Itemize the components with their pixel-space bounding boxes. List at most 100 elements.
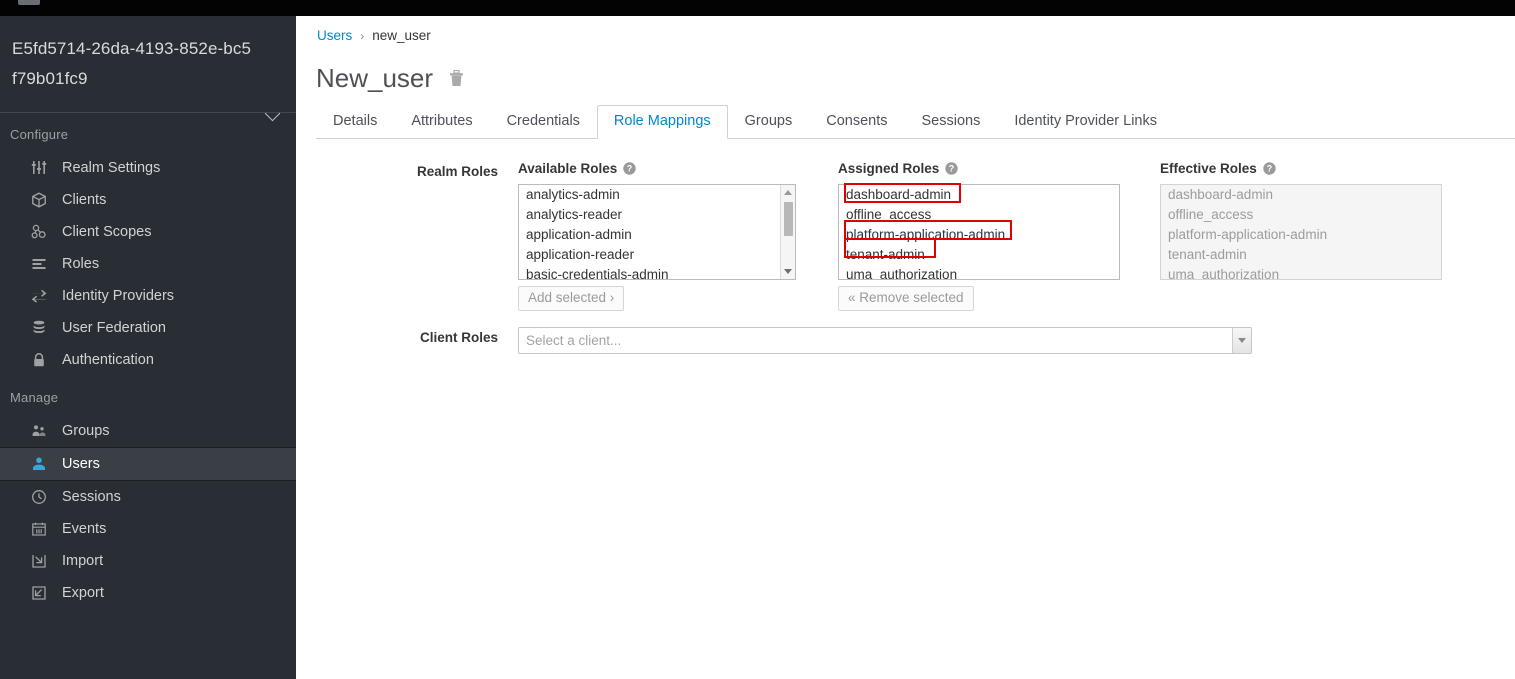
available-roles-label: Available Roles ?: [518, 161, 796, 176]
list-item[interactable]: analytics-reader: [519, 205, 795, 225]
sidebar-item-roles[interactable]: Roles: [0, 248, 296, 280]
list-item[interactable]: application-admin: [519, 225, 795, 245]
breadcrumb-current: new_user: [372, 28, 431, 43]
sidebar-item-events[interactable]: Events: [0, 513, 296, 545]
sidebar-item-label: Client Scopes: [62, 224, 152, 240]
realm-name: E5fd5714-26da-4193-852e-bc5f79b01fc9: [12, 39, 251, 88]
tab-attributes[interactable]: Attributes: [394, 105, 489, 139]
list-item[interactable]: offline_access: [839, 205, 1119, 225]
sidebar-item-label: Sessions: [62, 489, 121, 505]
import-arrow-icon: [30, 552, 48, 570]
sidebar-item-sessions[interactable]: Sessions: [0, 481, 296, 513]
help-circle-icon[interactable]: ?: [623, 162, 636, 175]
realm-roles-label: Realm Roles: [416, 164, 498, 179]
user-icon: [30, 455, 48, 473]
list-item[interactable]: uma_authorization: [839, 265, 1119, 279]
sidebar-item-label: Identity Providers: [62, 288, 175, 304]
sidebar-item-users[interactable]: Users: [0, 447, 296, 481]
remove-selected-button[interactable]: « Remove selected: [838, 286, 974, 311]
lock-icon: [30, 351, 48, 369]
sidebar-item-label: Import: [62, 553, 104, 569]
role-mappings-form: Realm Roles Available Roles ? analytics-…: [296, 139, 1515, 354]
tab-sessions[interactable]: Sessions: [904, 105, 997, 139]
effective-roles-label: Effective Roles ?: [1160, 161, 1442, 176]
main-content: Users › new_user New_user Details Attribut…: [296, 16, 1515, 679]
realm-selector[interactable]: E5fd5714-26da-4193-852e-bc5f79b01fc9: [0, 16, 296, 122]
trash-icon[interactable]: [449, 69, 464, 87]
tab-consents[interactable]: Consents: [809, 105, 904, 139]
svg-text:?: ?: [949, 164, 955, 174]
tab-role-mappings[interactable]: Role Mappings: [596, 105, 728, 139]
sidebar-item-import[interactable]: Import: [0, 545, 296, 577]
list-item[interactable]: dashboard-admin: [839, 185, 1119, 205]
browser-chrome-strip: [0, 0, 1515, 16]
realm-roles-row: Realm Roles Available Roles ? analytics-…: [296, 161, 1515, 311]
sidebar-item-groups[interactable]: Groups: [0, 415, 296, 447]
sidebar-item-client-scopes[interactable]: Client Scopes: [0, 216, 296, 248]
page-title: New_user: [316, 63, 434, 93]
sidebar-item-user-federation[interactable]: User Federation: [0, 312, 296, 344]
caret-down-icon[interactable]: [1232, 328, 1251, 353]
sidebar-item-authentication[interactable]: Authentication: [0, 344, 296, 376]
client-roles-row: Client Roles Select a client...: [296, 327, 1515, 354]
assigned-roles-listbox[interactable]: dashboard-admin offline_access platform-…: [838, 184, 1120, 280]
listbox-scrollbar[interactable]: [780, 185, 795, 279]
list-item: platform-application-admin: [1168, 227, 1328, 242]
list-item[interactable]: tenant-admin: [839, 245, 1119, 265]
client-roles-label: Client Roles: [419, 330, 498, 345]
list-item: uma_authorization: [1168, 267, 1280, 280]
available-roles-listbox[interactable]: analytics-admin analytics-reader applica…: [518, 184, 796, 280]
keycloak-admin-console: E5fd5714-26da-4193-852e-bc5f79b01fc9 Con…: [0, 0, 1515, 679]
sidebar-item-export[interactable]: Export: [0, 577, 296, 609]
sidebar-item-label: Authentication: [62, 352, 154, 368]
tab-groups[interactable]: Groups: [728, 105, 810, 139]
sidebar-item-realm-settings[interactable]: Realm Settings: [0, 152, 296, 184]
list-item[interactable]: analytics-admin: [519, 185, 795, 205]
client-select[interactable]: Select a client...: [518, 327, 1252, 354]
list-item[interactable]: application-reader: [519, 245, 795, 265]
assigned-roles-group: Assigned Roles ? dashboard-admin offline…: [838, 161, 1120, 311]
sidebar-item-identity-providers[interactable]: Identity Providers: [0, 280, 296, 312]
svg-text:?: ?: [627, 164, 633, 174]
assigned-roles-label-text: Assigned Roles: [838, 161, 940, 176]
available-roles-group: Available Roles ? analytics-admin analyt…: [518, 161, 796, 311]
cube-icon: [30, 191, 48, 209]
list-item[interactable]: platform-application-admin: [839, 225, 1119, 245]
sidebar-item-label: Groups: [62, 423, 110, 439]
tab-credentials[interactable]: Credentials: [490, 105, 597, 139]
sidebar-item-label: Users: [62, 456, 100, 472]
database-icon: [30, 319, 48, 337]
help-circle-icon[interactable]: ?: [1263, 162, 1276, 175]
list-item[interactable]: basic-credentials-admin: [519, 265, 795, 279]
breadcrumb-link-users[interactable]: Users: [317, 28, 352, 43]
svg-text:?: ?: [1267, 164, 1273, 174]
effective-roles-label-text: Effective Roles: [1160, 161, 1257, 176]
sidebar-item-label: User Federation: [62, 320, 166, 336]
effective-roles-listbox: dashboard-admin offline_access platform-…: [1160, 184, 1442, 280]
add-selected-button[interactable]: Add selected ›: [518, 286, 625, 311]
list-item: offline_access: [1168, 207, 1254, 222]
breadcrumb-separator: ›: [360, 29, 365, 43]
tab-details[interactable]: Details: [316, 105, 394, 139]
page-header: New_user: [296, 43, 1515, 93]
sliders-icon: [30, 159, 48, 177]
users-group-icon: [30, 422, 48, 440]
scrollbar-thumb[interactable]: [784, 202, 793, 236]
sidebar-item-clients[interactable]: Clients: [0, 184, 296, 216]
clock-icon: [30, 488, 48, 506]
available-roles-label-text: Available Roles: [518, 161, 618, 176]
list-item: tenant-admin: [1168, 247, 1247, 262]
sidebar-item-label: Export: [62, 585, 104, 601]
sidebar-item-label: Events: [62, 521, 107, 537]
sidebar-item-label: Clients: [62, 192, 107, 208]
breadcrumb: Users › new_user: [296, 16, 1515, 43]
help-circle-icon[interactable]: ?: [945, 162, 958, 175]
molecule-icon: [30, 223, 48, 241]
assigned-roles-label: Assigned Roles ?: [838, 161, 1120, 176]
effective-roles-group: Effective Roles ? dashboard-admin offlin…: [1160, 161, 1442, 311]
sidebar: E5fd5714-26da-4193-852e-bc5f79b01fc9 Con…: [0, 16, 296, 679]
tab-identity-provider-links[interactable]: Identity Provider Links: [997, 105, 1174, 139]
scroll-down-arrow-icon[interactable]: [784, 269, 792, 274]
browser-tab-stub: [18, 0, 40, 5]
scroll-up-arrow-icon[interactable]: [784, 190, 792, 195]
